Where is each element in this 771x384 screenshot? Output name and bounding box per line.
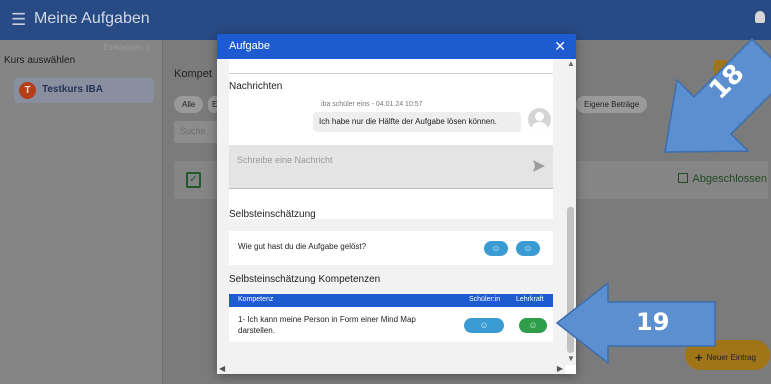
self-assessment-question: Wie gut hast du die Aufgabe gelöst?: [238, 242, 367, 251]
message-meta: iba schüler eins - 04.01.24 10:57: [321, 101, 423, 108]
filter-chip-all[interactable]: Alle: [174, 96, 204, 113]
bell-icon[interactable]: [755, 11, 765, 23]
section-title: Kompet: [174, 68, 212, 80]
competences-table: Kompetenz Schüler:in Lehrkraft 1- Ich ka…: [229, 294, 553, 342]
messages-heading: Nachrichten: [229, 81, 283, 92]
column-competence: Kompetenz: [238, 296, 274, 303]
hamburger-icon[interactable]: ☰: [11, 10, 26, 30]
check-square-icon: [678, 173, 689, 183]
scroll-right-icon[interactable]: ▶: [557, 364, 563, 373]
message-input-placeholder: Schreibe eine Nachricht: [237, 155, 333, 165]
modal-header: Aufgabe ✕: [217, 34, 576, 59]
avatar: [528, 108, 551, 131]
modal-body: Nachrichten iba schüler eins - 04.01.24 …: [217, 59, 565, 365]
avatar-body: [531, 122, 548, 131]
scrollbar-thumb[interactable]: [567, 207, 574, 353]
app-title: Meine Aufgaben: [34, 10, 150, 27]
search-input[interactable]: Suche: [174, 121, 222, 143]
modal-title: Aufgabe: [229, 40, 270, 52]
competence-student-smiley-button[interactable]: ☺: [464, 318, 504, 333]
competence-row-text: 1- Ich kann meine Person in Form einer M…: [238, 315, 416, 335]
new-entry-label: Neuer Eintrag: [706, 353, 756, 362]
sidebar: Einklappen < Kurs auswählen T Testkurs I…: [0, 40, 163, 384]
column-teacher: Lehrkraft: [516, 296, 544, 303]
status-label: Abgeschlossen: [692, 173, 767, 185]
scroll-left-icon[interactable]: ◀: [219, 364, 225, 373]
status-badge: Abgeschlossen: [678, 173, 767, 185]
course-avatar: T: [19, 82, 36, 99]
column-student: Schüler:in: [469, 296, 501, 303]
task-modal: Aufgabe ✕ Nachrichten iba schüler eins -…: [217, 34, 576, 374]
plus-icon: +: [695, 350, 703, 365]
self-assessment-card: Wie gut hast du die Aufgabe gelöst? ☺ ☺: [229, 231, 553, 265]
sidebar-heading: Kurs auswählen: [4, 55, 76, 66]
message-input[interactable]: Schreibe eine Nachricht: [229, 145, 553, 189]
task-check-icon: ✓: [186, 172, 201, 188]
arrow-19-label: 19: [636, 308, 670, 336]
avatar-head: [535, 112, 544, 121]
new-entry-button[interactable]: + Neuer Eintrag: [685, 340, 770, 370]
close-icon[interactable]: ✕: [554, 38, 566, 55]
collapse-sidebar-button[interactable]: Einklappen <: [104, 43, 150, 52]
scroll-down-icon[interactable]: ▼: [567, 354, 575, 363]
competence-teacher-smiley-button[interactable]: ☺: [519, 318, 547, 333]
self-assessment-heading: Selbsteinschätzung: [229, 209, 316, 220]
vertical-scrollbar[interactable]: ▲ ▼: [565, 59, 576, 365]
competences-heading: Selbsteinschätzung Kompetenzen: [229, 274, 381, 285]
divider: [229, 73, 553, 74]
message-bubble: Ich habe nur die Hälfte der Aufgabe löse…: [313, 112, 521, 132]
table-header: Kompetenz Schüler:in Lehrkraft: [229, 294, 553, 307]
course-name: Testkurs IBA: [42, 84, 103, 95]
smiley-student-button[interactable]: ☺: [484, 241, 508, 256]
sidebar-item-course[interactable]: T Testkurs IBA: [14, 78, 154, 103]
scroll-up-icon[interactable]: ▲: [567, 59, 575, 68]
horizontal-scrollbar[interactable]: ◀ ▶: [217, 364, 565, 374]
smiley-teacher-button[interactable]: ☺: [516, 241, 540, 256]
filter-chip-own-posts[interactable]: Eigene Beträge: [576, 96, 648, 113]
send-icon[interactable]: [533, 160, 545, 172]
